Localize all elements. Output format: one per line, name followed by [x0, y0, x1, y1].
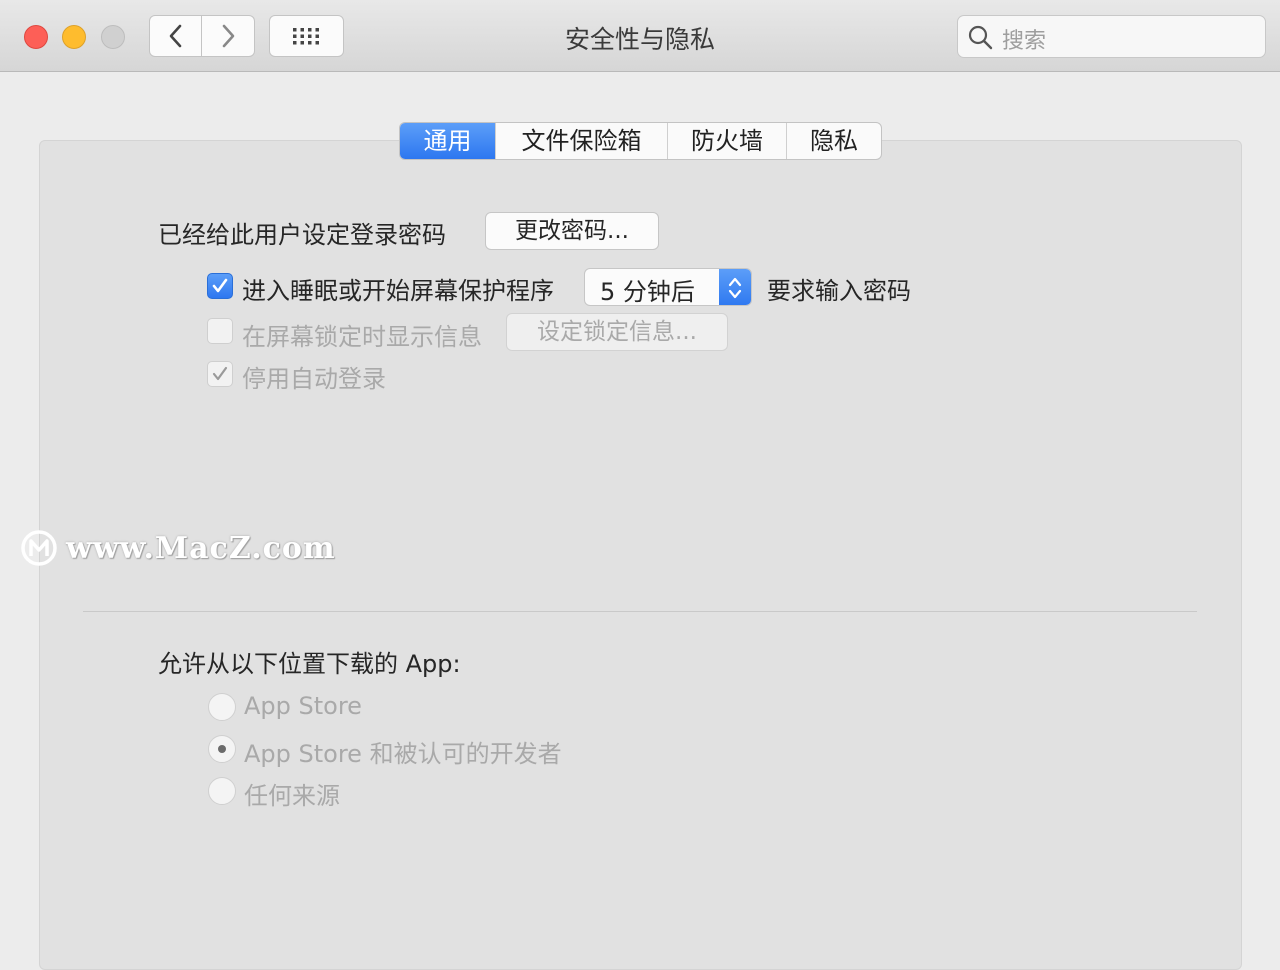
change-password-button[interactable]: 更改密码...: [485, 212, 659, 250]
title-bar: 安全性与隐私 搜索: [0, 0, 1280, 72]
radio-anywhere[interactable]: [208, 777, 236, 805]
require-password-checkbox[interactable]: [207, 273, 233, 299]
radio-anywhere-label: 任何来源: [244, 782, 340, 810]
radio-app-store[interactable]: [208, 693, 236, 721]
radio-app-store-label: App Store: [244, 692, 362, 720]
search-placeholder: 搜索: [1002, 29, 1047, 54]
radio-app-store-identified-label: App Store 和被认可的开发者: [244, 740, 562, 768]
tab-filevault[interactable]: 文件保险箱: [496, 123, 668, 159]
search-icon: [968, 25, 993, 50]
set-lock-message-button[interactable]: 设定锁定信息...: [506, 313, 728, 351]
password-set-label: 已经给此用户设定登录密码: [158, 221, 446, 249]
section-divider: [83, 611, 1197, 612]
watermark: www.MacZ.com: [20, 528, 336, 568]
checkmark-icon: [212, 278, 228, 293]
watermark-text: www.MacZ.com: [66, 530, 336, 566]
tab-bar: 通用 文件保险箱 防火墙 隐私: [399, 122, 882, 160]
show-message-label: 在屏幕锁定时显示信息: [242, 323, 482, 351]
disable-auto-login-checkbox[interactable]: [207, 361, 233, 387]
tab-privacy[interactable]: 隐私: [787, 123, 881, 159]
show-message-checkbox[interactable]: [207, 318, 233, 344]
macz-logo-icon: [21, 530, 57, 566]
disable-auto-login-label: 停用自动登录: [242, 365, 386, 393]
password-delay-value: 5 分钟后: [600, 278, 695, 306]
require-password-suffix: 要求输入密码: [767, 277, 911, 305]
password-delay-select[interactable]: 5 分钟后: [584, 268, 752, 306]
checkmark-icon: [212, 366, 228, 381]
tab-firewall[interactable]: 防火墙: [668, 123, 787, 159]
tab-general[interactable]: 通用: [400, 123, 496, 159]
up-down-chevron-icon: [719, 269, 751, 305]
require-password-label: 进入睡眠或开始屏幕保护程序: [242, 277, 554, 305]
search-field[interactable]: 搜索: [957, 15, 1266, 58]
downloads-heading: 允许从以下位置下载的 App:: [158, 650, 461, 678]
radio-app-store-identified[interactable]: [208, 735, 236, 763]
